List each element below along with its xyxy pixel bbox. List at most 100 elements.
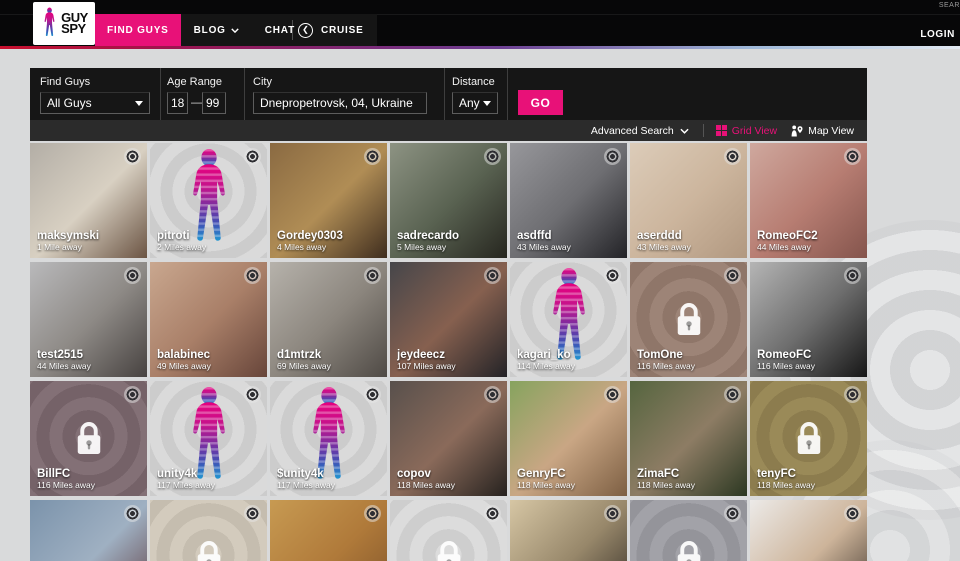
grid-view-button[interactable]: Grid View (716, 125, 777, 137)
profile-tile[interactable]: asdffd43 Miles away (510, 143, 627, 258)
profile-distance: 118 Miles away (757, 481, 863, 491)
target-rings-icon (604, 505, 621, 522)
profile-tile[interactable]: test251544 Miles away (30, 262, 147, 377)
target-rings-icon (844, 267, 861, 284)
profile-info: unity4k117 Miles away (157, 468, 263, 491)
profile-tile[interactable]: d1mtrzk69 Miles away (270, 262, 387, 377)
nav-item-find-guys[interactable]: FIND GUYS (95, 14, 181, 46)
nav-item-blog[interactable]: BLOG (181, 14, 252, 46)
target-rings-icon (364, 148, 381, 165)
profile-info: RomeoFC244 Miles away (757, 230, 863, 253)
profile-tile[interactable] (630, 500, 747, 561)
target-rings-icon (124, 267, 141, 284)
profile-tile[interactable] (30, 500, 147, 561)
profile-tile[interactable]: jeydeecz107 Miles away (390, 262, 507, 377)
profile-tile[interactable]: balabinec49 Miles away (150, 262, 267, 377)
profile-tile[interactable]: ZimaFC118 Miles away (630, 381, 747, 496)
target-rings-icon (364, 505, 381, 522)
header: SEARCH GUY SPY FIND GUYSBLOGCHATCRUISE ❮… (0, 0, 960, 46)
profile-tile[interactable] (150, 500, 267, 561)
view-toolbar: Advanced Search Grid View Map View (30, 120, 867, 141)
profile-distance: 116 Miles away (637, 362, 743, 372)
profile-tile[interactable] (510, 500, 627, 561)
target-rings-icon (484, 386, 501, 403)
target-rings-icon (844, 505, 861, 522)
profile-info: test251544 Miles away (37, 349, 143, 372)
profile-tile[interactable]: pitroti2 Miles away (150, 143, 267, 258)
profile-tile[interactable]: sadrecardo5 Miles away (390, 143, 507, 258)
nav-item-cruise[interactable]: CRUISE (308, 14, 377, 46)
target-rings-icon (124, 386, 141, 403)
search-link[interactable]: SEARCH (939, 2, 960, 9)
distance-select[interactable]: Any (452, 92, 498, 114)
find-guys-value: All Guys (47, 96, 92, 110)
profile-info: aserddd43 Miles away (637, 230, 743, 253)
profile-distance: 118 Miles away (517, 481, 623, 491)
profile-tile[interactable] (750, 500, 867, 561)
profile-tile[interactable]: $unity4k117 Miles away (270, 381, 387, 496)
lock-icon (191, 537, 227, 561)
profile-tile[interactable]: TomOne116 Miles away (630, 262, 747, 377)
profile-info: copov118 Miles away (397, 468, 503, 491)
profile-distance: 118 Miles away (397, 481, 503, 491)
profile-info: balabinec49 Miles away (157, 349, 263, 372)
distance-label: Distance (452, 76, 495, 88)
profile-tile[interactable]: maksymski1 Mile away (30, 143, 147, 258)
distance-value: Any (459, 96, 480, 110)
profile-info: ZimaFC118 Miles away (637, 468, 743, 491)
profile-distance: 117 Miles away (277, 481, 383, 491)
profile-info: GenryFC118 Miles away (517, 468, 623, 491)
lock-icon (71, 418, 107, 460)
login-link[interactable]: LOGIN (920, 29, 955, 40)
city-input[interactable] (253, 92, 427, 114)
profile-tile[interactable]: Gordey03034 Miles away (270, 143, 387, 258)
target-rings-icon (604, 267, 621, 284)
target-rings-icon (724, 386, 741, 403)
city-label: City (253, 76, 272, 88)
profile-tile[interactable]: RomeoFC116 Miles away (750, 262, 867, 377)
target-rings-icon (124, 505, 141, 522)
profile-info: kagari_ko114 Miles away (517, 349, 623, 372)
target-rings-icon (724, 505, 741, 522)
guyspy-logo[interactable]: GUY SPY (33, 2, 95, 45)
map-pin-person-icon (790, 125, 803, 137)
lock-icon (791, 418, 827, 460)
advanced-search-toggle[interactable]: Advanced Search (591, 125, 689, 137)
age-min-input[interactable] (167, 92, 188, 114)
profile-distance: 44 Miles away (37, 362, 143, 372)
profile-distance: 43 Miles away (637, 243, 743, 253)
age-max-input[interactable] (202, 92, 226, 114)
profile-distance: 2 Miles away (157, 243, 263, 253)
profile-info: TomOne116 Miles away (637, 349, 743, 372)
profile-tile[interactable]: RomeoFC244 Miles away (750, 143, 867, 258)
logo-figure-icon (40, 6, 59, 42)
target-rings-icon (484, 505, 501, 522)
share-icon[interactable]: ❮ (298, 23, 313, 38)
target-rings-icon (844, 148, 861, 165)
profile-tile[interactable]: kagari_ko114 Miles away (510, 262, 627, 377)
profile-distance: 118 Miles away (637, 481, 743, 491)
find-guys-label: Find Guys (40, 76, 90, 88)
advanced-search-label: Advanced Search (591, 125, 674, 137)
toolbar-divider (703, 124, 704, 137)
go-button[interactable]: GO (518, 90, 563, 115)
find-guys-select[interactable]: All Guys (40, 92, 150, 114)
profile-tile[interactable]: tenyFC118 Miles away (750, 381, 867, 496)
lock-icon (431, 537, 467, 561)
profile-info: maksymski1 Mile away (37, 230, 143, 253)
profile-tile[interactable] (270, 500, 387, 561)
profile-tile[interactable]: copov118 Miles away (390, 381, 507, 496)
logo-text: GUY SPY (61, 13, 88, 34)
profile-tile[interactable]: GenryFC118 Miles away (510, 381, 627, 496)
profile-tile[interactable]: aserddd43 Miles away (630, 143, 747, 258)
target-rings-icon (364, 386, 381, 403)
profile-tile[interactable]: BillFC116 Miles away (30, 381, 147, 496)
target-rings-icon (484, 148, 501, 165)
map-view-button[interactable]: Map View (790, 125, 854, 137)
chevron-down-icon (680, 128, 689, 134)
profile-grid: maksymski1 Mile away pitroti2 Miles away… (30, 143, 867, 561)
profile-tile[interactable]: unity4k117 Miles away (150, 381, 267, 496)
profile-distance: 49 Miles away (157, 362, 263, 372)
profile-tile[interactable] (390, 500, 507, 561)
target-rings-icon (244, 505, 261, 522)
